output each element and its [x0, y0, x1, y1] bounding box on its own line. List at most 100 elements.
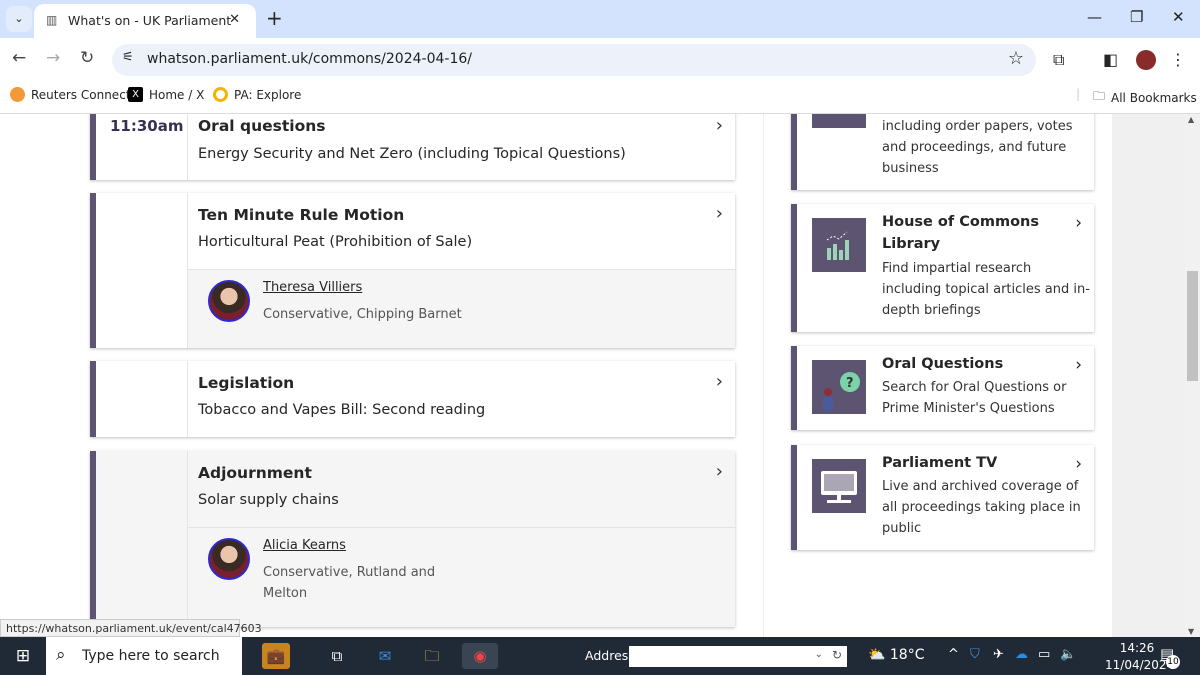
scroll-down-icon[interactable]: ▼ — [1188, 627, 1194, 636]
briefcase-icon[interactable]: 💼 — [262, 643, 290, 669]
windows-start-icon[interactable]: ⊞ — [9, 643, 37, 669]
file-explorer-icon[interactable]: 🗀 — [418, 643, 446, 669]
divider — [187, 114, 188, 180]
svg-text:?: ? — [846, 376, 854, 391]
reload-button[interactable]: ↻ — [80, 48, 94, 68]
bookmark-label: Home / X — [149, 87, 205, 102]
airplane-icon[interactable]: ✈ — [993, 647, 1004, 662]
sidebar-card-title: Oral Questions — [882, 356, 1004, 372]
documents-icon — [812, 114, 866, 128]
event-card[interactable]: 11:30am Oral questions Energy Security a… — [90, 114, 735, 180]
member-name-link[interactable]: Alicia Kearns — [263, 538, 346, 553]
sidebar-card-desc: Find impartial research including topica… — [882, 261, 1090, 318]
chevron-down-icon[interactable]: ⌄ — [815, 649, 823, 660]
question-icon: ? — [812, 360, 866, 414]
address-bar[interactable]: ⚟ whatson.parliament.uk/commons/2024-04-… — [112, 44, 1036, 76]
shield-icon[interactable]: ⛉ — [970, 647, 980, 662]
bookmark-star-icon[interactable]: ☆ — [1008, 48, 1024, 69]
member-name-link[interactable]: Theresa Villiers — [263, 280, 362, 295]
search-placeholder: Type here to search — [82, 648, 220, 664]
refresh-icon[interactable]: ↻ — [832, 648, 842, 662]
event-card[interactable]: Ten Minute Rule Motion Horticultural Pea… — [90, 193, 735, 348]
member-photo — [208, 538, 250, 580]
chevron-right-icon: › — [715, 203, 723, 224]
divider — [187, 361, 188, 437]
cloud-sun-icon: ⛅ — [868, 647, 886, 663]
chevron-right-icon: › — [1075, 213, 1082, 233]
event-title: Adjournment — [198, 464, 312, 482]
divider — [188, 527, 735, 528]
outlook-icon[interactable]: ✉ — [371, 643, 399, 669]
scroll-up-icon[interactable]: ▲ — [1188, 115, 1194, 124]
status-bar-url: https://whatson.parliament.uk/event/cal4… — [0, 619, 262, 637]
close-window-button[interactable]: ✕ — [1172, 8, 1185, 26]
search-icon: ⌕ — [56, 645, 66, 665]
volume-icon[interactable]: 🔈 — [1060, 647, 1076, 662]
bookmark-label: Reuters Connect — [31, 87, 131, 102]
bookmark-pa[interactable]: PA: Explore — [213, 87, 301, 102]
tab-strip: ⌄ ▥ What's on - UK Parliament ✕ + — ❐ ✕ — [0, 0, 1200, 38]
close-tab-icon[interactable]: ✕ — [229, 12, 240, 27]
event-subtitle: Solar supply chains — [198, 492, 339, 508]
address-toolbar-input[interactable]: ⌄ ↻ — [629, 646, 847, 667]
bookmark-reuters[interactable]: Reuters Connect — [10, 87, 131, 102]
extensions-icon[interactable]: ⧉ — [1053, 50, 1064, 70]
column-divider — [763, 114, 764, 637]
chevron-right-icon: › — [715, 115, 723, 136]
minimize-button[interactable]: — — [1087, 8, 1102, 26]
separator: | — [1076, 87, 1081, 101]
member-photo — [208, 280, 250, 322]
pa-icon — [213, 87, 228, 102]
restore-button[interactable]: ❐ — [1130, 8, 1143, 26]
bookmark-label: PA: Explore — [234, 87, 302, 102]
battery-icon[interactable]: ▭ — [1038, 647, 1050, 662]
chevron-right-icon: › — [1075, 355, 1082, 375]
forward-button[interactable]: → — [46, 48, 60, 68]
sidebar-card[interactable]: including order papers, votes and procee… — [791, 114, 1094, 190]
sidebar-card-desc: including order papers, votes and procee… — [882, 119, 1073, 176]
notifications-icon[interactable]: ▤ 10 — [1160, 645, 1180, 669]
event-subtitle: Energy Security and Net Zero (including … — [198, 146, 626, 162]
chevron-right-icon: › — [715, 371, 723, 392]
monitor-icon — [812, 459, 866, 513]
scrollbar-thumb[interactable] — [1187, 271, 1198, 381]
event-title: Oral questions — [198, 117, 326, 135]
tab-search-button[interactable]: ⌄ — [6, 6, 32, 32]
sidebar-card-title: House of Commons Library — [882, 214, 1039, 252]
event-subtitle: Tobacco and Vapes Bill: Second reading — [198, 402, 486, 418]
event-card[interactable]: Adjournment Solar supply chains › Alicia… — [90, 451, 735, 627]
weather-widget[interactable]: ⛅ 18°C — [868, 647, 924, 663]
onedrive-icon[interactable]: ☁ — [1015, 647, 1028, 662]
show-hidden-icons[interactable]: ^ — [948, 647, 959, 662]
event-time: 11:30am — [110, 117, 184, 135]
sidebar-card-title: Parliament TV — [882, 455, 998, 471]
bookmark-x[interactable]: X Home / X — [128, 87, 204, 102]
all-bookmarks-label: All Bookmarks — [1111, 90, 1197, 105]
task-view-icon[interactable]: ⧉ — [323, 643, 351, 669]
tab-title: What's on - UK Parliament — [68, 13, 232, 28]
page-scrollbar[interactable]: ▲ ▼ — [1185, 114, 1200, 637]
menu-icon[interactable]: ⋮ — [1170, 50, 1186, 69]
sidebar-card[interactable]: House of Commons Library Find impartial … — [791, 204, 1094, 332]
profile-avatar[interactable] — [1136, 50, 1156, 70]
browser-tab[interactable]: ▥ What's on - UK Parliament ✕ — [34, 4, 256, 38]
folder-icon: 🗀 — [1093, 89, 1106, 103]
chevron-right-icon: › — [715, 461, 723, 482]
side-panel-icon[interactable]: ◧ — [1103, 50, 1118, 69]
event-subtitle: Horticultural Peat (Prohibition of Sale) — [198, 234, 473, 250]
member-party: Conservative, Rutland and Melton — [263, 565, 436, 601]
sidebar-card-desc: Live and archived coverage of all procee… — [882, 479, 1081, 536]
event-card[interactable]: Legislation Tobacco and Vapes Bill: Seco… — [90, 361, 735, 437]
sidebar-card[interactable]: Parliament TV Live and archived coverage… — [791, 445, 1094, 550]
page-gutter — [1112, 114, 1185, 637]
back-button[interactable]: ← — [12, 48, 26, 68]
sidebar-card[interactable]: ? Oral Questions Search for Oral Questio… — [791, 346, 1094, 430]
taskbar-search[interactable]: ⌕ Type here to search — [46, 637, 242, 675]
chrome-icon[interactable]: ◉ — [462, 643, 498, 669]
new-tab-button[interactable]: + — [266, 6, 283, 30]
site-info-icon[interactable]: ⚟ — [122, 50, 134, 65]
member-party: Conservative, Chipping Barnet — [263, 307, 462, 322]
all-bookmarks[interactable]: 🗀 All Bookmarks — [1093, 87, 1197, 108]
url-text: whatson.parliament.uk/commons/2024-04-16… — [147, 51, 472, 67]
taskbar: ⊞ ⌕ Type here to search 💼 ⧉ ✉ 🗀 ◉ Addres… — [0, 637, 1200, 675]
